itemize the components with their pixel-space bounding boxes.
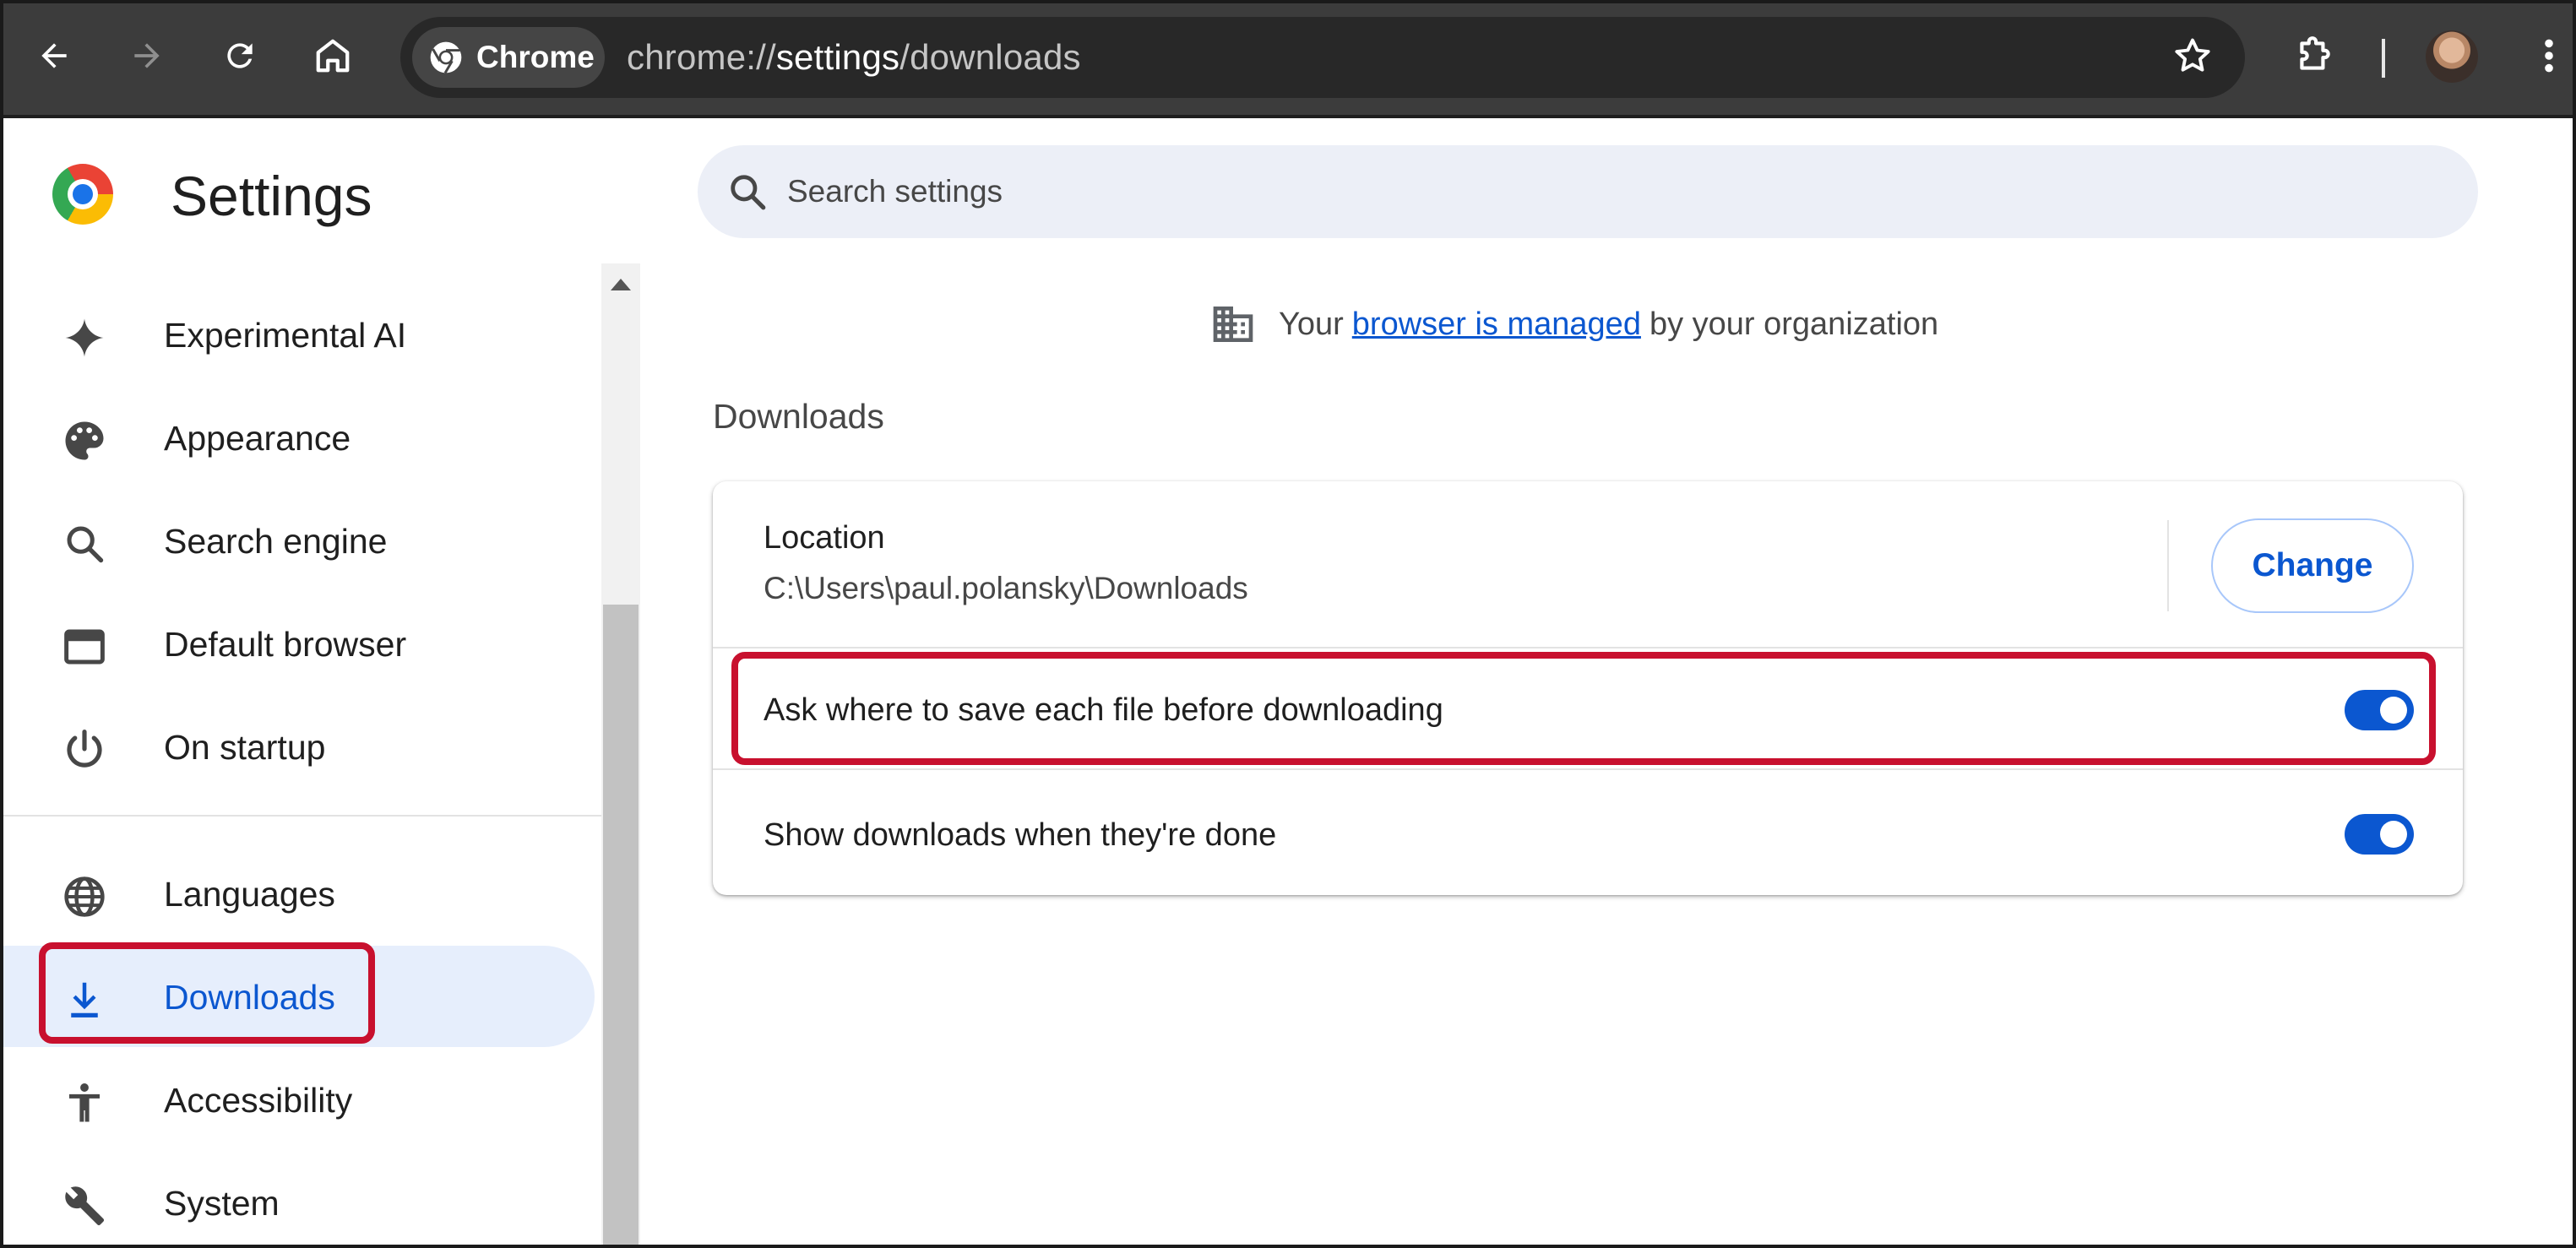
managed-suffix: by your organization [1649, 306, 1939, 342]
arrow-left-icon [41, 43, 67, 68]
ask-where-label: Ask where to save each file before downl… [764, 692, 1443, 728]
puzzle-icon [2300, 36, 2330, 70]
extensions-button[interactable] [2285, 27, 2343, 84]
managed-notice: Your browser is managed by your organiza… [1209, 299, 1938, 350]
building-icon [1213, 307, 1253, 342]
change-location-button[interactable]: Change [2211, 518, 2414, 613]
reload-icon [227, 43, 253, 68]
menu-button[interactable] [2520, 27, 2576, 84]
ask-where-toggle[interactable] [2345, 690, 2414, 730]
home-icon [316, 39, 350, 73]
location-label: Location [764, 520, 885, 556]
sidebar-item-label: Default browser [164, 625, 407, 664]
browser-toolbar: Chrome chrome://settings/downloads [0, 0, 2576, 118]
sidebar-divider [3, 815, 601, 817]
managed-link[interactable]: browser is managed [1352, 307, 1641, 343]
palette-icon [61, 417, 108, 464]
sidebar-scrollbar[interactable] [601, 263, 640, 1246]
sidebar-item-languages[interactable]: Languages [3, 843, 595, 944]
site-info-chip[interactable]: Chrome [412, 27, 605, 88]
kebab-menu-icon [2545, 39, 2553, 73]
power-icon [61, 726, 108, 773]
toggle-knob [2380, 821, 2407, 848]
sidebar-item-experimental-ai[interactable]: Experimental AI [3, 284, 595, 385]
wrench-icon [61, 1182, 108, 1229]
url-text[interactable]: chrome://settings/downloads [627, 37, 1081, 78]
reload-button[interactable] [211, 27, 269, 84]
chip-label: Chrome [476, 40, 595, 74]
sidebar-item-label: Search engine [164, 522, 388, 561]
forward-button[interactable] [118, 27, 176, 84]
location-path: C:\Users\paul.polansky\Downloads [764, 571, 1248, 605]
sidebar-item-on-startup[interactable]: On startup [3, 696, 595, 797]
sidebar-item-label: Downloads [164, 978, 335, 1017]
page-title: Settings [171, 165, 372, 227]
toolbar-divider [2382, 39, 2385, 78]
bookmark-star-button[interactable] [2171, 34, 2215, 82]
row-divider [713, 647, 2463, 648]
sidebar-item-label: System [164, 1184, 280, 1223]
sidebar-item-label: On startup [164, 728, 326, 767]
back-button[interactable] [25, 27, 83, 84]
scroll-up-arrow-icon[interactable] [611, 279, 631, 290]
sidebar-item-label: Accessibility [164, 1081, 353, 1120]
search-icon [61, 520, 108, 567]
sidebar-item-search-engine[interactable]: Search engine [3, 490, 595, 591]
show-downloads-toggle[interactable] [2345, 814, 2414, 855]
sidebar-item-downloads[interactable]: Downloads [3, 946, 595, 1047]
show-downloads-label: Show downloads when they're done [764, 817, 1277, 853]
arrow-right-icon [134, 43, 160, 68]
sidebar-item-appearance[interactable]: Appearance [3, 387, 595, 488]
sidebar-item-accessibility[interactable]: Accessibility [3, 1049, 595, 1150]
sidebar-item-label: Appearance [164, 419, 351, 458]
search-placeholder: Search settings [787, 174, 1003, 209]
sidebar-item-system[interactable]: System [3, 1152, 595, 1248]
home-button[interactable] [304, 27, 361, 84]
profile-avatar[interactable] [2426, 30, 2478, 83]
accessibility-icon [61, 1079, 108, 1126]
sparkle-icon [61, 314, 108, 361]
url-host: settings [775, 37, 900, 77]
search-icon [731, 175, 766, 210]
search-input[interactable]: Search settings [698, 145, 2478, 238]
chrome-logo-icon [52, 164, 113, 225]
location-divider [2167, 520, 2169, 611]
browser-window-icon [61, 623, 108, 670]
sidebar-item-label: Experimental AI [164, 316, 407, 355]
download-icon [61, 976, 108, 1023]
sidebar-item-label: Languages [164, 875, 335, 914]
settings-sidebar: Experimental AI Appearance Search engine… [3, 263, 601, 1245]
url-path: /downloads [899, 37, 1081, 77]
address-bar[interactable]: Chrome chrome://settings/downloads [400, 17, 2245, 98]
scroll-thumb[interactable] [603, 605, 639, 1246]
downloads-card: Location C:\Users\paul.polansky\Download… [713, 481, 2463, 895]
managed-prefix: Your [1279, 306, 1344, 342]
row-divider [713, 768, 2463, 770]
chrome-logo-icon [430, 41, 462, 74]
toggle-knob [2380, 697, 2407, 724]
sidebar-item-default-browser[interactable]: Default browser [3, 593, 595, 694]
url-scheme: chrome:// [627, 37, 776, 77]
star-icon [2175, 38, 2210, 72]
globe-icon [61, 873, 108, 920]
section-title: Downloads [713, 397, 884, 436]
